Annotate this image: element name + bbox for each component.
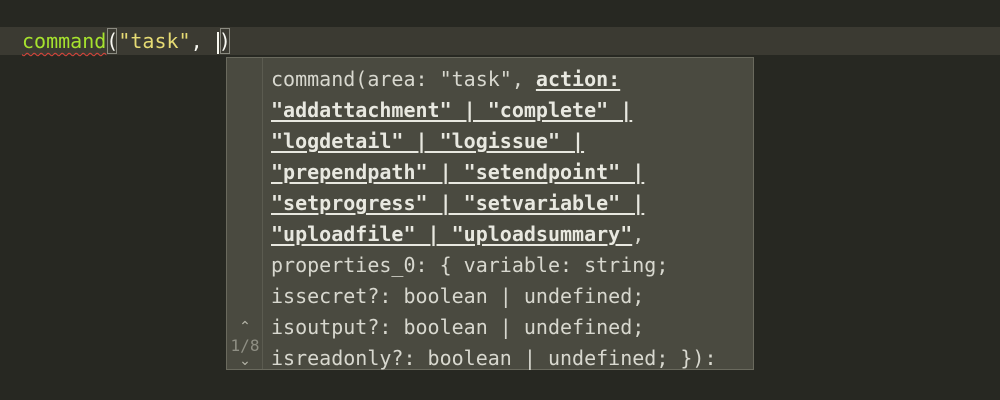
signature-line: "prependpath" | "setendpoint" |: [271, 157, 751, 188]
chevron-down-icon[interactable]: ⌄: [227, 354, 263, 368]
signature-line: isoutput?: boolean | undefined;: [271, 312, 751, 343]
chevron-up-icon[interactable]: ⌃: [227, 320, 263, 334]
code-editor[interactable]: command("task", ) ⌃ 1/8 ⌄ command(area: …: [0, 0, 1000, 400]
signature-segment: isoutput?: boolean | undefined;: [271, 315, 645, 339]
signature-segment: issecret?: boolean | undefined;: [271, 284, 645, 308]
function-name-token: command: [22, 29, 107, 53]
separator-token: ,: [190, 29, 215, 53]
signature-segment: command(area: "task",: [271, 67, 536, 91]
signature-line: "logdetail" | "logissue" |: [271, 126, 751, 157]
active-parameter: "setprogress" | "setvariable" |: [271, 191, 645, 215]
active-parameter: "addattachment" | "complete" |: [271, 98, 633, 122]
code-text[interactable]: command("task", ): [22, 27, 231, 55]
active-parameter: action:: [535, 67, 621, 91]
active-parameter: "prependpath" | "setendpoint" |: [271, 160, 645, 184]
signature-text: command(area: "task", action: "addattachm…: [271, 64, 751, 374]
signature-line: isreadonly?: boolean | undefined; }):: [271, 343, 751, 374]
signature-line: issecret?: boolean | undefined;: [271, 281, 751, 312]
signature-line: "setprogress" | "setvariable" |: [271, 188, 751, 219]
signature-line: properties_0: { variable: string;: [271, 250, 751, 281]
signature-line: "uploadfile" | "uploadsummary",: [271, 219, 751, 250]
signature-help-popup: ⌃ 1/8 ⌄ command(area: "task", action: "ad…: [226, 57, 754, 370]
signature-segment: isreadonly?: boolean | undefined; }):: [271, 346, 717, 370]
active-parameter: "logdetail" | "logissue" |: [271, 129, 585, 153]
open-paren-token: (: [106, 28, 119, 54]
signature-segment: properties_0: { variable: string;: [271, 253, 669, 277]
active-parameter: "uploadfile" | "uploadsummary": [271, 222, 633, 246]
signature-navigator: ⌃ 1/8 ⌄: [227, 58, 263, 369]
signature-line: "addattachment" | "complete" |: [271, 95, 751, 126]
signature-segment: ,: [632, 222, 645, 246]
signature-line: command(area: "task", action:: [271, 64, 751, 95]
current-code-line[interactable]: command("task", ): [0, 27, 1000, 55]
string-argument-token: "task": [118, 29, 191, 53]
close-paren-token: ): [218, 28, 231, 54]
